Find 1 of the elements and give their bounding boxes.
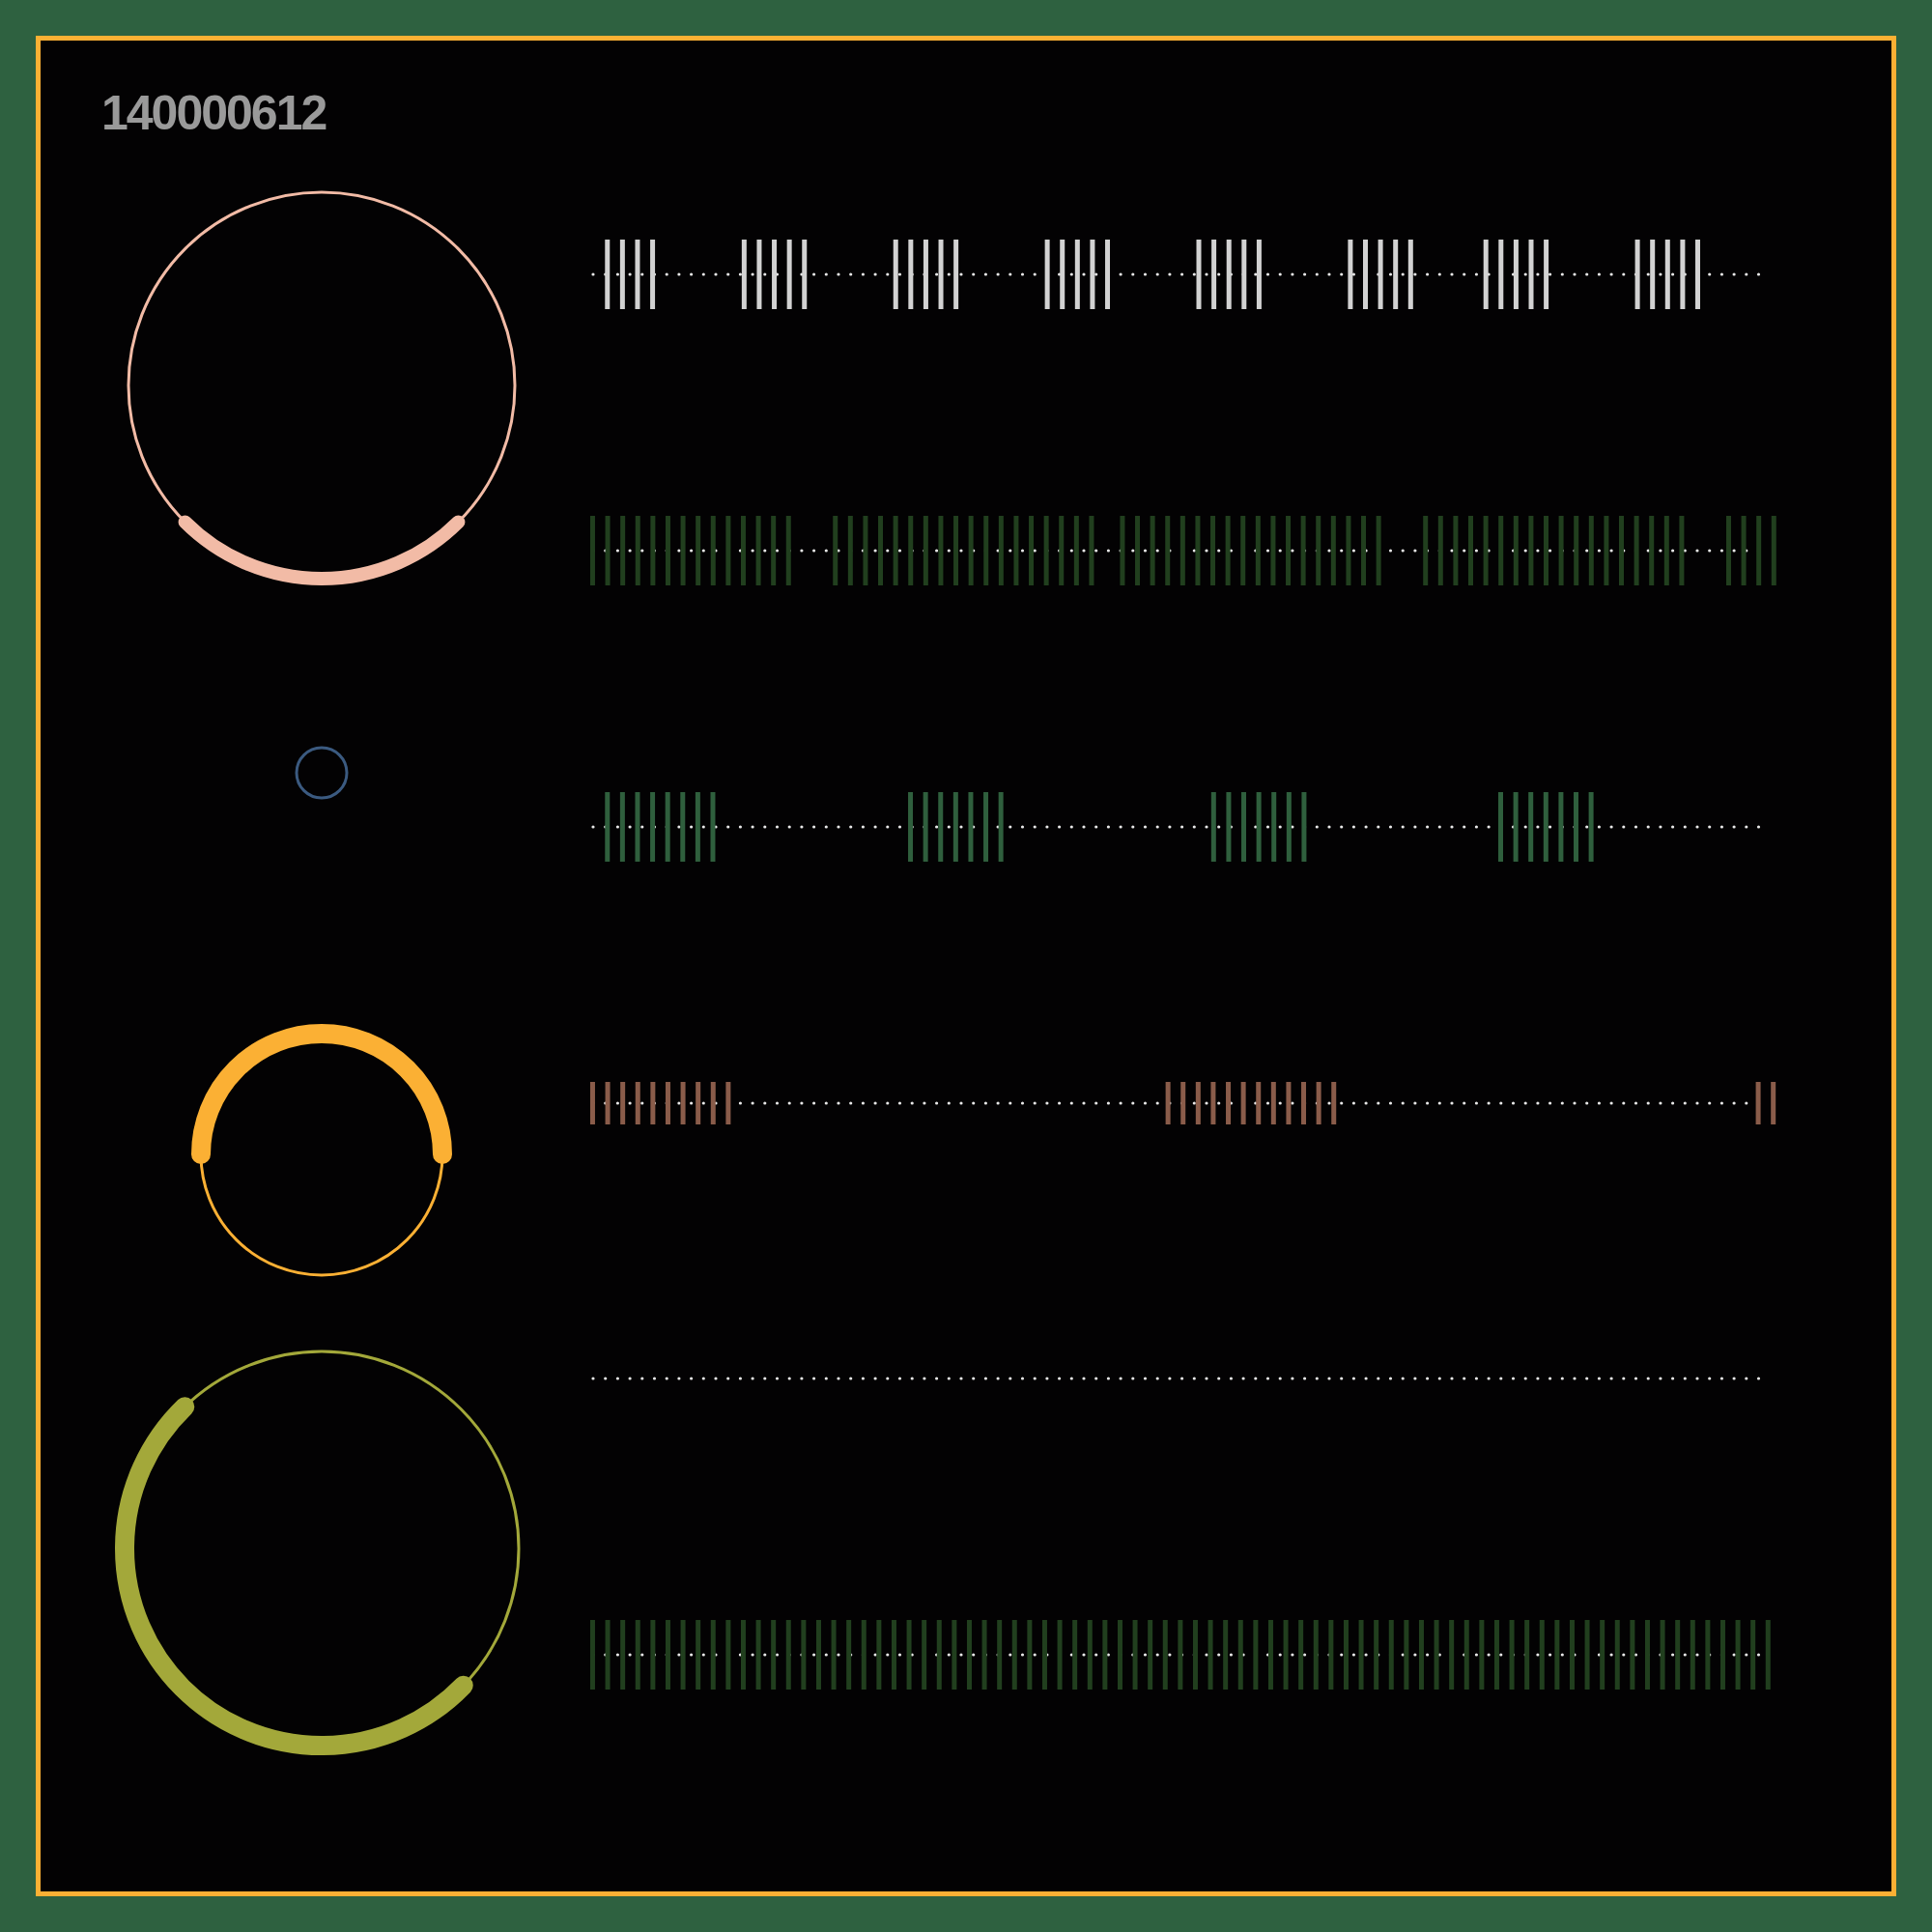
title-text: 140000612: [101, 89, 327, 137]
